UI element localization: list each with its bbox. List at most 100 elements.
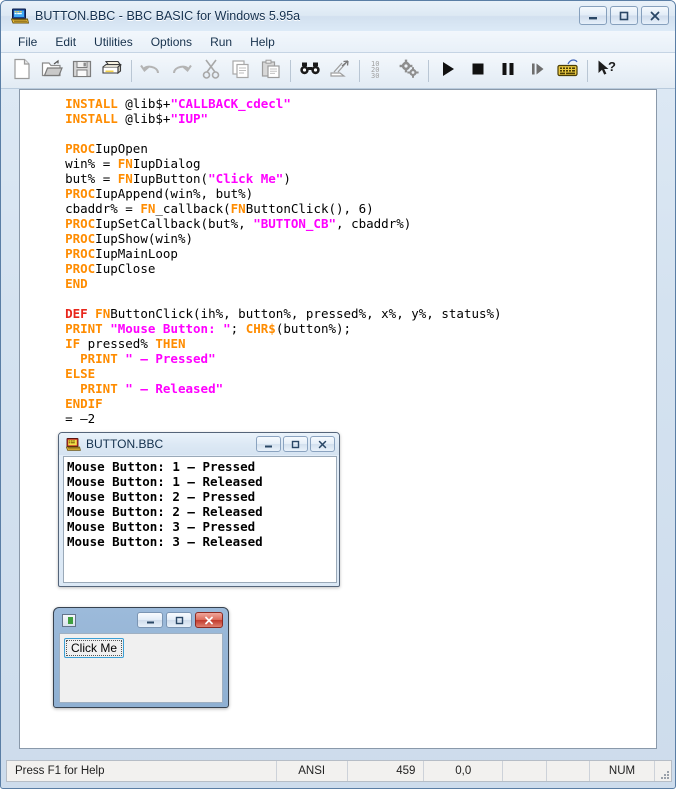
- toolbar-separator: [428, 59, 429, 82]
- menu-item-file[interactable]: File: [9, 33, 46, 51]
- code-line: PROCIupAppend(win%, but%): [65, 186, 254, 201]
- minimize-button[interactable]: [579, 6, 607, 25]
- code-line: ENDIF: [65, 396, 103, 411]
- code-line: win% = FNIupDialog: [65, 156, 201, 171]
- pause-icon: [499, 60, 517, 81]
- status-cell-4: [503, 761, 547, 781]
- settings-gears-icon: [398, 59, 420, 82]
- svg-text:30: 30: [371, 72, 379, 79]
- toolbar-separator: [290, 59, 291, 82]
- line-numbers-icon: 10 20 30: [369, 59, 389, 82]
- toolbar-separator: [587, 59, 588, 82]
- code-line: INSTALL @lib$+"IUP": [65, 111, 209, 126]
- cut-button[interactable]: [196, 56, 226, 86]
- status-position: 0,0: [424, 761, 504, 781]
- redo-icon: [170, 60, 192, 81]
- open-button[interactable]: [37, 56, 67, 86]
- output-minimize-button[interactable]: [256, 436, 281, 452]
- iup-maximize-button[interactable]: [166, 612, 192, 628]
- find-icon: [299, 60, 321, 81]
- menu-item-options[interactable]: Options: [142, 33, 201, 51]
- window-title: BUTTON.BBC - BBC BASIC for Windows 5.95a: [35, 9, 301, 23]
- print-icon: [101, 59, 123, 82]
- output-maximize-button[interactable]: [283, 436, 308, 452]
- toolbar: 10 20 30 ?: [1, 53, 675, 89]
- iup-minimize-button[interactable]: [137, 612, 163, 628]
- bbc-basic-app-icon: [10, 8, 30, 24]
- output-console-window[interactable]: BUTTON.BBC Mouse Button: 1 – Pressed Mou…: [58, 432, 340, 587]
- stop-button[interactable]: [463, 56, 493, 86]
- copy-button[interactable]: [226, 56, 256, 86]
- status-hint: Press F1 for Help: [7, 761, 277, 781]
- menu-item-help[interactable]: Help: [241, 33, 284, 51]
- iup-dialog-window[interactable]: Click Me: [53, 607, 229, 708]
- immediate-mode-button[interactable]: [553, 56, 583, 86]
- click-me-button[interactable]: Click Me: [64, 638, 125, 658]
- iup-dialog-client: Click Me: [59, 633, 223, 703]
- pause-button[interactable]: [493, 56, 523, 86]
- cut-icon: [201, 59, 221, 82]
- output-window-controls: [256, 436, 335, 452]
- code-line: PROCIupShow(win%): [65, 231, 194, 246]
- main-window: BUTTON.BBC - BBC BASIC for Windows 5.95a…: [0, 0, 676, 789]
- code-line: PROCIupSetCallback(but%, "BUTTON_CB", cb…: [65, 216, 412, 231]
- toolbar-separator: [359, 59, 360, 82]
- output-console-client[interactable]: Mouse Button: 1 – Pressed Mouse Button: …: [63, 456, 337, 583]
- context-help-button[interactable]: ?: [592, 56, 622, 86]
- code-line: PRINT " – Pressed": [80, 351, 216, 366]
- code-line: but% = FNIupButton("Click Me"): [65, 171, 291, 186]
- close-button[interactable]: [641, 6, 669, 25]
- new-icon: [12, 58, 32, 83]
- menu-item-run[interactable]: Run: [201, 33, 241, 51]
- output-window-title: BUTTON.BBC: [86, 437, 164, 451]
- replace-button[interactable]: [325, 56, 355, 86]
- context-help-icon: ?: [596, 59, 618, 82]
- status-cell-5: [547, 761, 590, 781]
- output-console-text: Mouse Button: 1 – Pressed Mouse Button: …: [67, 459, 263, 549]
- svg-text:?: ?: [608, 59, 616, 74]
- menu-item-edit[interactable]: Edit: [46, 33, 85, 51]
- code-line: END: [65, 276, 88, 291]
- code-line: cbaddr% = FN_callback(FNButtonClick(), 6…: [65, 201, 374, 216]
- stop-icon: [469, 60, 487, 81]
- save-icon: [72, 59, 92, 82]
- code-line: = –2: [65, 411, 96, 426]
- replace-icon: [329, 59, 351, 82]
- step-button[interactable]: [523, 56, 553, 86]
- code-line: IF pressed% THEN: [65, 336, 186, 351]
- code-line: PROCIupOpen: [65, 141, 148, 156]
- output-close-button[interactable]: [310, 436, 335, 452]
- run-button[interactable]: [433, 56, 463, 86]
- status-cell-7: [655, 761, 671, 781]
- undo-icon: [140, 60, 162, 81]
- new-button[interactable]: [7, 56, 37, 86]
- run-icon: [439, 60, 457, 81]
- open-icon: [41, 59, 63, 82]
- compile-button[interactable]: [394, 56, 424, 86]
- resize-grip-icon[interactable]: [659, 769, 669, 779]
- status-numlock: NUM: [590, 761, 655, 781]
- code-line: ELSE: [65, 366, 96, 381]
- maximize-button[interactable]: [610, 6, 638, 25]
- keyboard-icon: [556, 59, 580, 82]
- redo-button[interactable]: [166, 56, 196, 86]
- code-content[interactable]: INSTALL @lib$+"CALLBACK_cdecl" INSTALL @…: [20, 90, 502, 426]
- iup-close-button[interactable]: [195, 612, 223, 628]
- window-controls: [579, 6, 669, 25]
- bbc-basic-output-icon: [65, 437, 81, 451]
- iup-window-controls: [137, 612, 223, 628]
- code-line: PRINT "Mouse Button: "; CHR$(button%);: [65, 321, 352, 336]
- find-button[interactable]: [295, 56, 325, 86]
- paste-button[interactable]: [256, 56, 286, 86]
- menu-item-utilities[interactable]: Utilities: [85, 33, 142, 51]
- paste-icon: [261, 59, 281, 82]
- save-button[interactable]: [67, 56, 97, 86]
- undo-button[interactable]: [136, 56, 166, 86]
- line-numbers-button[interactable]: 10 20 30: [364, 56, 394, 86]
- code-line: PROCIupMainLoop: [65, 246, 178, 261]
- code-line: PROCIupClose: [65, 261, 156, 276]
- code-line: INSTALL @lib$+"CALLBACK_cdecl": [65, 96, 291, 111]
- print-button[interactable]: [97, 56, 127, 86]
